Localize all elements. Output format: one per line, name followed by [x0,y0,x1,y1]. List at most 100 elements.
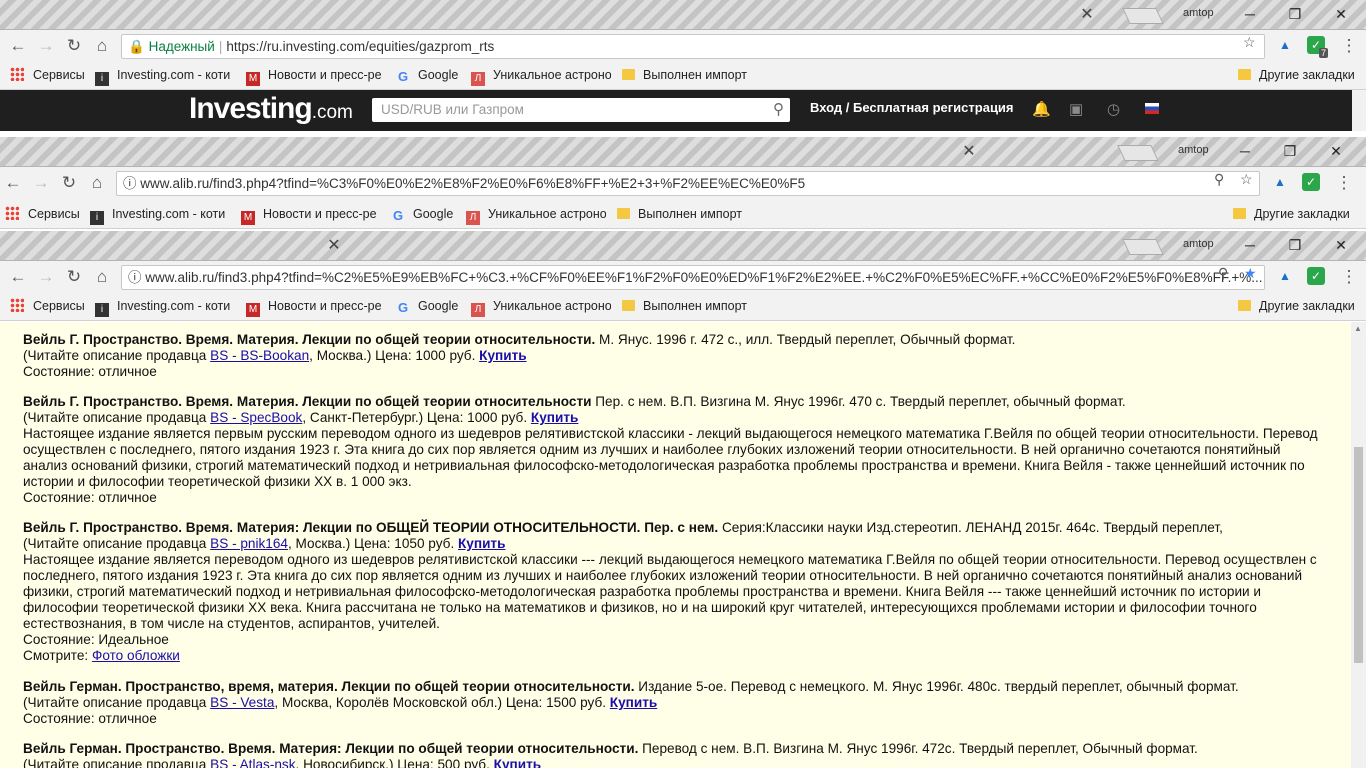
bookmark-import-folder[interactable]: Выполнен импорт [622,61,747,89]
bookmark-astro[interactable]: Л Уникальное астроно [471,292,611,320]
home-icon[interactable]: ⌂ [90,34,114,58]
buy-link[interactable]: Купить [458,536,505,551]
other-bookmarks[interactable]: Другие закладки [1238,61,1355,89]
minimize-button[interactable]: ─ [1227,2,1273,26]
toolbar: ← → ↻ ⌂ ⓘ www.alib.ru/find3.php4?tfind=%… [0,261,1366,292]
bookmark-investing[interactable]: i Investing.com - коти [95,292,235,320]
minimize-button[interactable]: ─ [1222,139,1268,163]
bookmark-google[interactable]: G Google [396,61,458,89]
menu-icon[interactable]: ⋮ [1337,34,1361,58]
site-search-input[interactable]: USD/RUB или Газпром ⚲ [372,98,790,122]
address-bar[interactable]: ⓘ www.alib.ru/find3.php4?tfind=%C3%F0%E0… [116,171,1260,196]
address-bar[interactable]: ⓘ www.alib.ru/find3.php4?tfind=%C2%E5%E9… [121,265,1265,290]
profile-name[interactable]: amtop [1183,238,1214,250]
buy-link[interactable]: Купить [494,757,541,768]
new-tab-button[interactable] [1122,8,1164,24]
scroll-up-icon[interactable]: ▲ [1354,324,1362,333]
result-item: Вейль Герман. Пространство, время, матер… [23,679,1239,726]
bookmark-import-folder[interactable]: Выполнен импорт [622,292,747,320]
scrollbar-thumb[interactable] [1354,447,1363,663]
bookmark-google[interactable]: G Google [391,200,453,228]
profile-name[interactable]: amtop [1183,7,1214,19]
profile-name[interactable]: amtop [1178,144,1209,156]
buy-link[interactable]: Купить [610,695,657,710]
new-tab-button[interactable] [1117,145,1159,161]
zoom-icon[interactable]: ⚲ [1214,171,1224,188]
bookmark-star-icon[interactable]: ☆ [1240,171,1253,188]
extension-icon[interactable]: ▲ [1276,36,1294,54]
bookmark-apps[interactable]: Сервисы [5,200,80,228]
tab-close-icon[interactable]: ✕ [959,142,979,162]
forward-icon[interactable]: → [29,171,53,195]
book-title: Вейль Г. Пространство. Время. Материя. Л… [23,332,596,347]
close-window-button[interactable]: ✕ [1313,139,1359,163]
menu-icon[interactable]: ⋮ [1332,171,1356,195]
new-tab-button[interactable] [1122,239,1164,255]
maximize-button[interactable]: ❐ [1272,2,1318,26]
shield-extension-icon[interactable]: ✓ [1307,267,1325,285]
maximize-button[interactable]: ❐ [1272,233,1318,257]
reload-icon[interactable]: ↻ [57,171,81,195]
extension-icon[interactable]: ▲ [1276,267,1294,285]
bookmark-investing[interactable]: i Investing.com - коти [90,200,230,228]
result-item: Вейль Герман. Пространство. Время. Матер… [23,741,1328,768]
home-icon[interactable]: ⌂ [90,265,114,289]
seller-link[interactable]: BS - SpecBook [210,410,302,425]
bookmark-star-filled-icon[interactable]: ★ [1244,265,1257,282]
bookmark-astro[interactable]: Л Уникальное астроно [466,200,606,228]
google-icon: G [392,208,404,223]
bookmark-import-folder[interactable]: Выполнен импорт [617,200,742,228]
investing-favicon: i [90,211,104,225]
back-icon[interactable]: ← [6,34,30,58]
other-bookmarks[interactable]: Другие закладки [1233,200,1350,228]
buy-link[interactable]: Купить [531,410,578,425]
home-icon[interactable]: ⌂ [85,171,109,195]
minimize-button[interactable]: ─ [1227,233,1273,257]
seller-link[interactable]: BS - pnik164 [210,536,288,551]
zoom-icon[interactable]: ⚲ [1218,265,1228,282]
bookmark-apps[interactable]: Сервисы [10,292,85,320]
cover-photo-link[interactable]: Фото обложки [92,648,180,663]
investing-logo[interactable]: Investing.com [189,92,353,126]
maximize-button[interactable]: ❐ [1267,139,1313,163]
scrollbar[interactable] [1352,90,1366,131]
forward-icon[interactable]: → [34,265,58,289]
scrollbar[interactable]: ▲ [1351,322,1366,768]
reload-icon[interactable]: ↻ [62,34,86,58]
bell-icon[interactable]: 🔔 [1032,100,1051,118]
buy-link[interactable]: Купить [479,348,526,363]
seller-link[interactable]: BS - Atlas-nsk [210,757,295,768]
close-window-button[interactable]: ✕ [1318,233,1364,257]
tab-close-icon[interactable]: ✕ [1077,5,1097,25]
bookmark-news[interactable]: M Новости и пресс-ре [246,292,384,320]
news-favicon: M [246,72,260,86]
seller-link[interactable]: BS - BS-Bookan [210,348,309,363]
clock-icon[interactable]: ◷ [1107,100,1120,118]
back-icon[interactable]: ← [6,265,30,289]
tab-close-icon[interactable]: ✕ [324,236,344,256]
tab-strip: ✕ amtop ─ ❐ ✕ [0,0,1366,30]
bookmark-news[interactable]: M Новости и пресс-ре [246,61,384,89]
address-bar[interactable]: 🔒 Надежный | https://ru.investing.com/equi… [121,34,1265,59]
forward-icon[interactable]: → [34,34,58,58]
reload-icon[interactable]: ↻ [62,265,86,289]
bookmark-apps[interactable]: Сервисы [10,61,85,89]
bookmark-news[interactable]: M Новости и пресс-ре [241,200,379,228]
extension-icon[interactable]: ▲ [1271,173,1289,191]
book-description: Настоящее издание является переводом одн… [23,552,1317,631]
bookmark-investing[interactable]: i Investing.com - коти [95,61,235,89]
search-icon[interactable]: ⚲ [773,98,784,122]
bookmark-google[interactable]: G Google [396,292,458,320]
seller-link[interactable]: BS - Vesta [210,695,274,710]
login-link[interactable]: Вход / Бесплатная регистрация [810,100,1014,115]
close-window-button[interactable]: ✕ [1318,2,1364,26]
bookmark-astro[interactable]: Л Уникальное астроно [471,61,611,89]
bookmark-star-icon[interactable]: ☆ [1243,34,1256,51]
russia-flag-icon[interactable] [1145,103,1159,114]
back-icon[interactable]: ← [1,171,25,195]
result-item: Вейль Г. Пространство. Время. Материя. Л… [23,332,1016,379]
portfolio-icon[interactable]: ▣ [1069,100,1083,118]
other-bookmarks[interactable]: Другие закладки [1238,292,1355,320]
shield-extension-icon[interactable]: ✓ [1302,173,1320,191]
menu-icon[interactable]: ⋮ [1337,265,1361,289]
